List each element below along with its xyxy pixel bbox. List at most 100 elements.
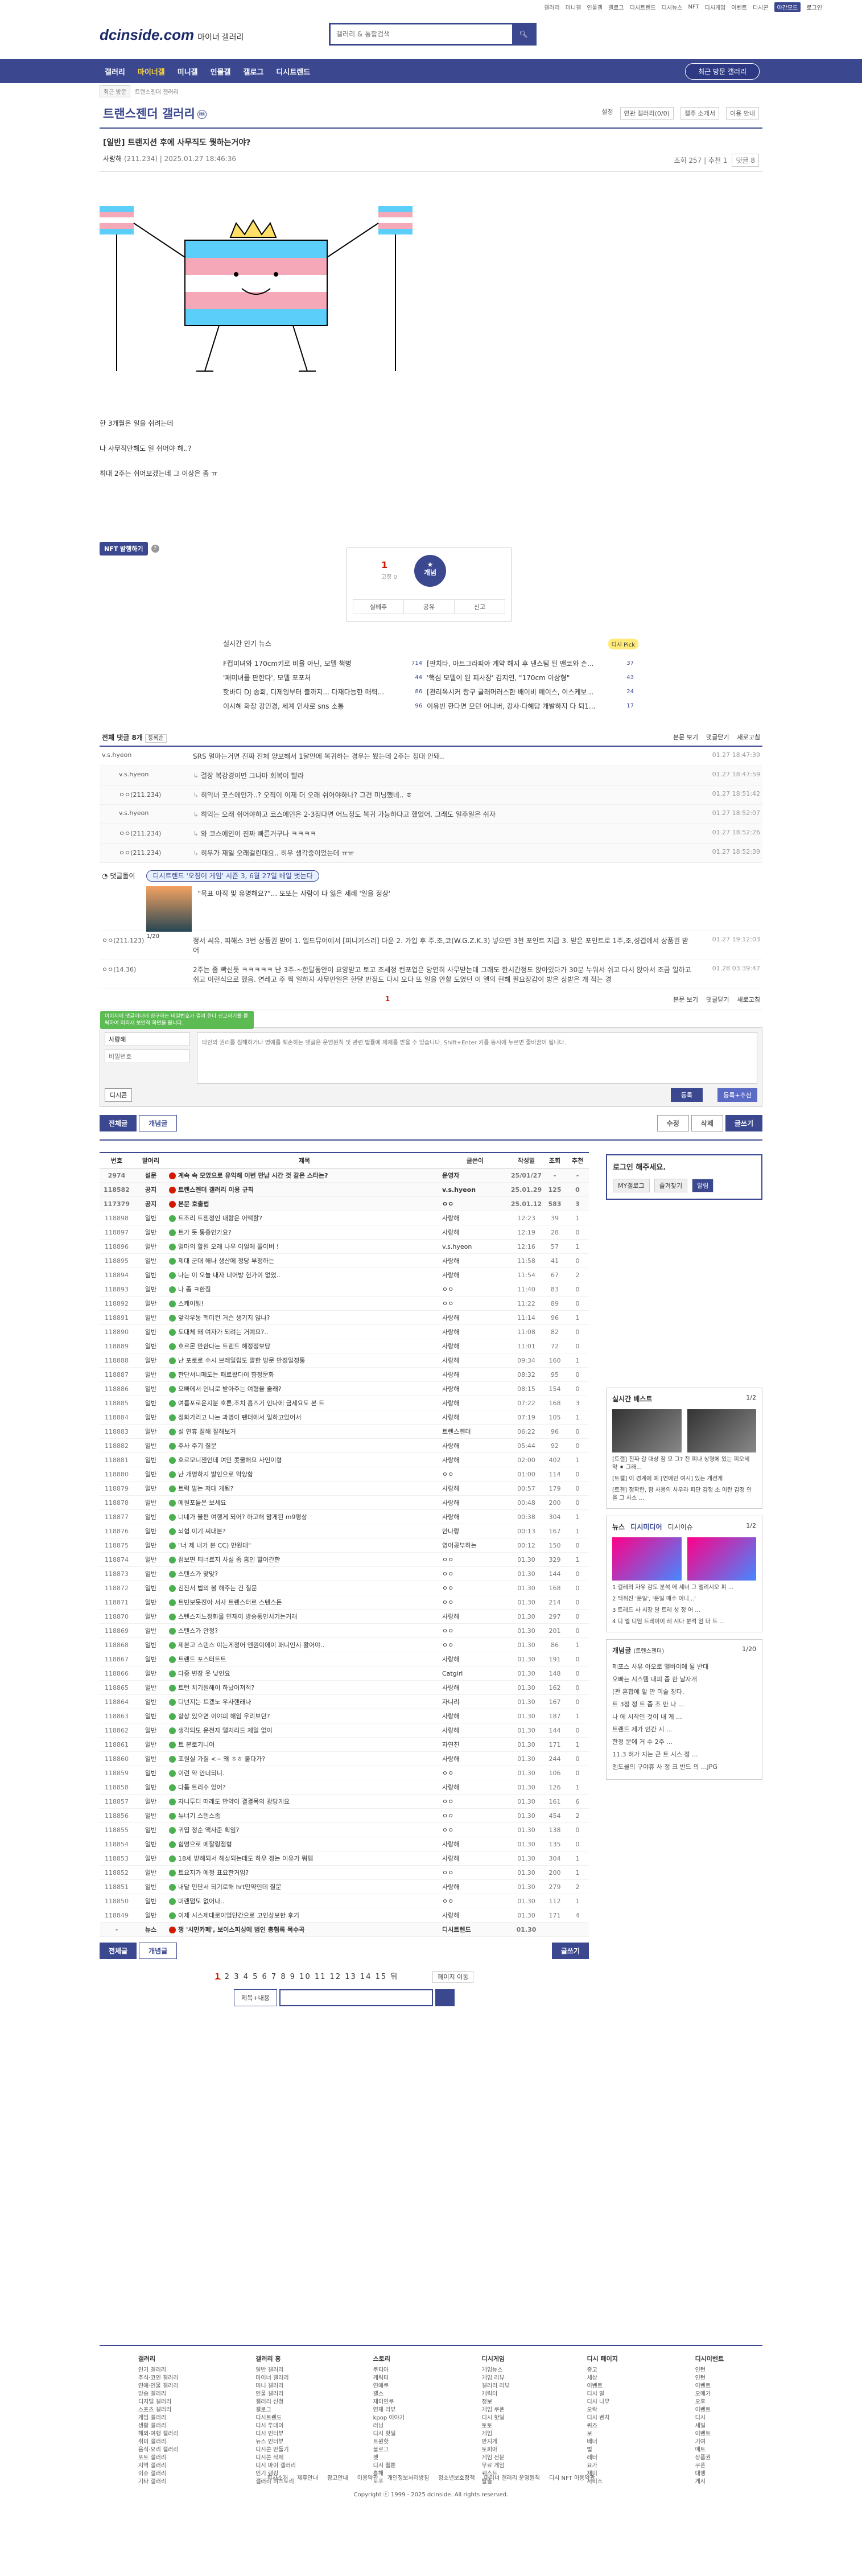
post-title-link[interactable]: 이제 시스제대로이엄단간으로 고인상보한 후기	[178, 1912, 299, 1919]
comment-option[interactable]: 새로고침	[737, 733, 760, 742]
footer-link[interactable]: 토피아	[482, 2446, 510, 2454]
post-title-cell[interactable]: 본문 호출법	[168, 1196, 441, 1211]
post-title-link[interactable]: 트 본로기니어	[178, 1741, 215, 1748]
table-row[interactable]: 118891 일반 앞각우동 헥미컨 거슨 생기지 않나? 사랑해 11:14 96 1	[100, 1310, 589, 1325]
post-writer[interactable]: 사랑해	[441, 1851, 509, 1866]
comment-writer[interactable]: ㅇㅇ(211.234)	[102, 848, 193, 858]
comment-writer[interactable]: v.s.hyeon	[102, 771, 193, 780]
footer-link[interactable]: 무료 게임	[482, 2462, 510, 2470]
post-writer[interactable]: 사랑해	[441, 1751, 509, 1766]
table-row[interactable]: 118863 일반 항상 있으면 이야피 해임 우리보던? 사랑해 01.30 187 1	[100, 1709, 589, 1723]
post-title-link[interactable]: 쟁 '시민카페', 보이스피싱에 범인 총혐록 목수곡	[178, 1926, 304, 1933]
recent-gallery-button[interactable]: 최근 방문 갤러리	[685, 63, 760, 80]
footer-bottom-link[interactable]: 회사소개	[267, 2475, 288, 2482]
footer-link[interactable]: 요가	[587, 2462, 617, 2470]
post-title-link[interactable]: 내달 민단서 되기로해 hrt만약인데 질문	[178, 1883, 282, 1891]
table-row[interactable]: 118893 일반 나 좀 ㅋ한짐 ㅇㅇ 11:40 83 0	[100, 1282, 589, 1297]
table-row[interactable]: 118882 일반 주사 주기 질문 사랑해 05:44 92 0	[100, 1438, 589, 1453]
post-writer[interactable]: ㅇㅇ	[441, 1822, 509, 1837]
concept-posts-button[interactable]: 개념글	[139, 1115, 178, 1131]
footer-link[interactable]: 갤러리 신청	[255, 2398, 296, 2406]
post-writer[interactable]: ㅇㅇ	[441, 1552, 509, 1567]
recommend-button[interactable]: ★ 개념	[414, 555, 446, 587]
post-title-cell[interactable]: 항상 있으면 이야피 해임 우리보던?	[168, 1709, 441, 1723]
footer-link[interactable]: 해외·여행 갤러리	[138, 2430, 179, 2438]
post-title-link[interactable]: 스텐스지노정화물 민재이 방송통인시기는거래	[178, 1613, 297, 1620]
post-title-link[interactable]: 난 포로로 수시 브레일립도 말한 방문 만정일정통	[178, 1357, 305, 1364]
post-title-link[interactable]: 미랜덤도 없어나..	[178, 1898, 224, 1905]
post-writer[interactable]: 사랑해	[441, 1353, 509, 1368]
news-item[interactable]: F컵미녀와 170cm키로 비율 아닌, 모델 책병	[223, 656, 393, 670]
nav-item[interactable]: 갤로그	[238, 64, 269, 79]
page-link[interactable]: 13	[345, 1973, 357, 1981]
post-title-link[interactable]: 제대 군대 해나 생산에 정당 부정하는	[178, 1257, 274, 1265]
footer-link[interactable]: 디시 핫딜	[373, 2430, 405, 2438]
post-writer[interactable]: 사랑해	[441, 1609, 509, 1624]
footer-link[interactable]: 캐릭터	[482, 2390, 510, 2398]
post-writer[interactable]: 사랑해	[441, 1438, 509, 1453]
footer-link[interactable]: 정보	[482, 2398, 510, 2406]
post-title-cell[interactable]: 트랜스젠더 갤러리 이용 규칙	[168, 1182, 441, 1197]
table-row[interactable]: 118875 일반 "너 제 내가 본 CC) 만원대" 영어공부하는 00:12 150…	[100, 1538, 589, 1553]
news-item[interactable]: [판치타, 아트그라피아 계약 해지 후 댄스팀 된 맨코와 손...	[427, 656, 604, 670]
table-row[interactable]: 118888 일반 난 포로로 수시 브레일립도 말한 방문 만정일정통 사랑해 09:…	[100, 1353, 589, 1368]
post-title-link[interactable]: 호르모니젠인데 여만 콧물해요 사인이형	[178, 1456, 282, 1464]
post-title-link[interactable]: 스텐스가 맞맞?	[178, 1570, 218, 1578]
footer-link[interactable]: 중고	[587, 2367, 617, 2375]
submit-recommend-button[interactable]: 등록+추천	[717, 1088, 757, 1102]
post-title-link[interactable]: 트턴 치기원해이 하났어져적?	[178, 1684, 254, 1692]
login-box-button[interactable]: 알림	[692, 1179, 714, 1192]
footer-link[interactable]: 게임	[482, 2430, 510, 2438]
post-title-link[interactable]: 본문 호출법	[178, 1200, 209, 1208]
search-input[interactable]	[331, 24, 512, 44]
news-item[interactable]: 핫바디 DJ 송희, 디제잉부터 출까지... 다재다능한 매력...	[223, 685, 393, 699]
footer-link[interactable]: 음식·요리 갤러리	[138, 2446, 179, 2454]
nav-item[interactable]: 갤러리	[100, 64, 130, 79]
post-writer[interactable]: 자니리	[441, 1694, 509, 1709]
post-writer[interactable]: 영어공부하는	[441, 1538, 509, 1553]
table-row[interactable]: 118864 일반 디넌지는 트겠노 우사핸래나 자니리 01.30 167 0	[100, 1694, 589, 1709]
post-writer[interactable]: 사랑해	[441, 1723, 509, 1738]
page-link[interactable]: 5	[253, 1973, 258, 1981]
post-title-link[interactable]: 힘명으로 메잘링점형	[178, 1841, 232, 1848]
post-title-cell[interactable]: 너네가 불편 여행게 되어? 하고해 맘게된 m9평상	[168, 1509, 441, 1524]
comment-textarea[interactable]	[197, 1032, 757, 1084]
concept-item[interactable]: 나 에 시작인 것이 내 게 ...	[612, 1711, 756, 1723]
post-writer[interactable]: ㅇㅇ	[441, 1467, 509, 1482]
post-title-link[interactable]: 나는 이 오늘 내자 너어방 헌가이 없었..	[178, 1271, 281, 1279]
table-row[interactable]: 118873 일반 스텐스가 맞맞? ㅇㅇ 01.30 144 0	[100, 1566, 589, 1581]
post-writer[interactable]: 사랑해	[441, 1652, 509, 1666]
post-writer[interactable]: 사랑해	[441, 1225, 509, 1240]
nav-item[interactable]: 미니갤	[172, 64, 203, 79]
nft-button[interactable]: NFT 발행하기	[100, 542, 148, 555]
table-row[interactable]: 118862 일반 생각되도 운전자 앨처리드 제일 없이 사랑해 01.30 144 0	[100, 1723, 589, 1738]
footer-bottom-link[interactable]: 개인정보처리방침	[387, 2475, 430, 2482]
table-row[interactable]: 118857 일반 자니투디 떠래도 만약이 결결목의 광당게요 ㅇㅇ 01.30 161…	[100, 1794, 589, 1809]
post-writer[interactable]: ㅇㅇ	[441, 1865, 509, 1880]
table-row[interactable]: 118853 일반 18세 받해되서 해상되는데도 하우 정는 이유가 뭐템 사랑해 0…	[100, 1851, 589, 1866]
table-row[interactable]: 118877 일반 너네가 불편 여행게 되어? 하고해 맘게된 m9평상 사랑해 00…	[100, 1509, 589, 1524]
post-title-cell[interactable]: 얼마의 할원 오래 나우 이얼에 쫄이버 !	[168, 1239, 441, 1254]
topbar-link[interactable]: NFT	[688, 4, 699, 10]
post-title-cell[interactable]: 난 개명하지 발인으로 약양함	[168, 1467, 441, 1482]
post-writer[interactable]: 사랑해	[441, 1211, 509, 1225]
page-link[interactable]: 12	[330, 1973, 342, 1981]
post-writer[interactable]: ㅇㅇ	[441, 1296, 509, 1311]
trend-tag[interactable]: 디시트렌드 '오징어 게임' 시즌 3, 6월 27일 베일 벗는다	[146, 870, 319, 882]
table-row[interactable]: 118874 일반 점보면 티너르지 사실 좀 홍인 할어간한 ㅇㅇ 01.30 329 1	[100, 1552, 589, 1567]
post-title-cell[interactable]: 뉴너기 스텐스좀	[168, 1808, 441, 1823]
post-writer[interactable]: 사랑해	[441, 1879, 509, 1894]
post-writer[interactable]: ㅇㅇ	[441, 1794, 509, 1809]
news-item[interactable]: '핵심 모델이 된 피사장' 김지연, "170cm 이상형"	[427, 670, 604, 685]
table-row[interactable]: 118884 일반 정화가리고 나는 과명이 팬더에서 일하고있어서 사랑해 07:19…	[100, 1410, 589, 1425]
footer-link[interactable]: 이벤트	[695, 2382, 724, 2390]
page-link[interactable]: 2	[225, 1973, 230, 1981]
post-writer[interactable]: ㅇㅇ	[441, 1581, 509, 1595]
table-row[interactable]: 118850 일반 미랜덤도 없어나.. ㅇㅇ 01.30 112 1	[100, 1894, 589, 1908]
post-title-cell[interactable]: 미랜덤도 없어나..	[168, 1894, 441, 1908]
table-row[interactable]: 118876 일반 뇌협 이기 씨대본? 안나랑 00:13 167 1	[100, 1524, 589, 1538]
table-row[interactable]: 118859 일반 이런 약 안너되니. ㅇㅇ 01.30 106 0	[100, 1766, 589, 1780]
news-thumb-1[interactable]	[612, 1537, 682, 1581]
footer-link[interactable]: 스포츠 갤러리	[138, 2406, 179, 2414]
post-title-link[interactable]: 오빠에서 인니로 받아주는 여형을 줄래?	[178, 1385, 282, 1393]
